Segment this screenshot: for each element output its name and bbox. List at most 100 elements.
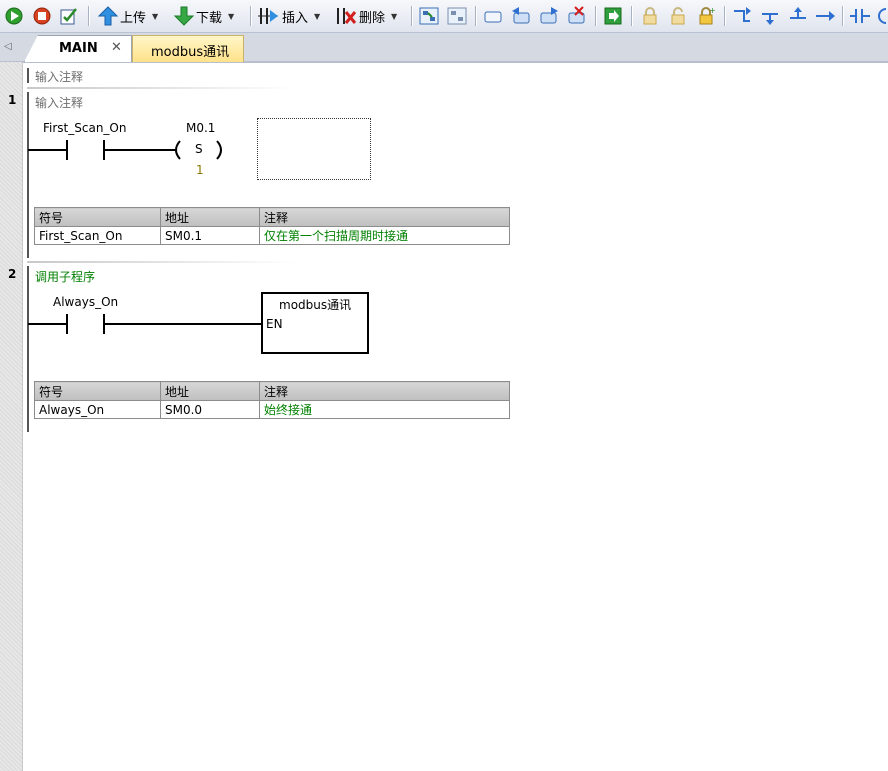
table-header-symbol: 符号 <box>34 207 161 227</box>
delete-dropdown-icon[interactable]: ▼ <box>391 12 397 21</box>
network-expand-icon <box>419 7 439 25</box>
editor-tab-strip: ◁ MAIN ✕ modbus通讯 <box>0 33 888 63</box>
network-2-subroutine-box[interactable]: modbus通讯 EN <box>261 292 369 354</box>
program-comment[interactable]: 输入注释 <box>35 68 83 85</box>
table-cell-comment: 始终接通 <box>259 400 510 419</box>
tab-main[interactable]: MAIN ✕ <box>24 35 132 62</box>
lock-add-icon: + <box>699 6 716 25</box>
network-divider <box>27 261 297 263</box>
toolbar-separator <box>475 6 476 26</box>
delete-button[interactable]: 删除 ▼ <box>335 4 397 28</box>
network-2-power-rail <box>27 266 29 432</box>
comment-toggle-button[interactable] <box>482 4 504 28</box>
line-up-button[interactable] <box>788 4 808 28</box>
network-1-coil-count[interactable]: 1 <box>196 163 204 177</box>
network-2-contact-label[interactable]: Always_On <box>53 295 118 309</box>
network-1-power-rail <box>27 92 29 258</box>
arrow-right-icon <box>816 11 835 21</box>
rectangle-icon <box>484 11 502 23</box>
network-2-comment[interactable]: 调用子程序 <box>35 268 95 285</box>
checklist-icon <box>60 8 77 25</box>
coil-icon <box>878 8 887 24</box>
stop-icon <box>33 7 51 25</box>
toolbar-separator <box>250 6 251 26</box>
network-2-number: 2 <box>8 267 17 281</box>
arrow-up-icon <box>98 6 118 26</box>
network-1-coil-symbol: S <box>195 142 203 156</box>
line-right-button[interactable] <box>814 4 836 28</box>
run-icon <box>5 7 23 25</box>
lock-button[interactable] <box>640 4 660 28</box>
delete-icon <box>337 8 357 24</box>
line-down-button[interactable] <box>760 4 780 28</box>
tab-modbus-label: modbus通讯 <box>151 45 230 60</box>
bookmark-prev-button[interactable] <box>510 4 532 28</box>
network-1-coil-address[interactable]: M0.1 <box>186 121 215 135</box>
network-1-comment[interactable]: 输入注释 <box>35 94 83 111</box>
table-header-row: 符号 地址 注释 <box>34 207 510 227</box>
contact-button[interactable] <box>850 4 872 28</box>
upload-button[interactable]: 上传 ▼ <box>98 4 158 28</box>
table-cell-symbol: First_Scan_On <box>34 226 161 245</box>
stop-button[interactable] <box>32 4 52 28</box>
table-row: First_Scan_On SM0.1 仅在第一个扫描周期时接通 <box>34 226 510 245</box>
table-header-address: 地址 <box>160 207 260 227</box>
download-label: 下载 <box>196 10 223 26</box>
program-comment-bar <box>27 68 29 83</box>
line-down-icon <box>762 13 778 25</box>
insert-icon <box>258 8 278 24</box>
close-icon[interactable]: ✕ <box>111 40 122 55</box>
tab-scroll-left-icon[interactable]: ◁ <box>4 41 12 52</box>
toolbar-separator <box>88 6 89 26</box>
tab-modbus[interactable]: modbus通讯 <box>132 35 244 62</box>
table-header-comment: 注释 <box>259 381 510 401</box>
pou-button[interactable] <box>603 4 623 28</box>
network-2-symbol-table: 符号 地址 注释 Always_On SM0.0 始终接通 <box>34 381 510 419</box>
arrow-right-box-icon <box>540 7 558 24</box>
table-cell-symbol: Always_On <box>34 400 161 419</box>
subroutine-box-en: EN <box>266 317 283 331</box>
insert-label: 插入 <box>282 10 309 26</box>
network-collapse-icon <box>447 7 467 25</box>
tab-main-label: MAIN <box>59 41 98 56</box>
bookmark-clear-button[interactable] <box>566 4 588 28</box>
table-header-row: 符号 地址 注释 <box>34 381 510 401</box>
arrow-down-icon <box>174 6 194 26</box>
line-up-icon <box>790 7 806 19</box>
delete-label: 删除 <box>359 10 386 26</box>
network-gutter <box>0 62 23 771</box>
network-1-empty-cell[interactable] <box>257 118 371 180</box>
subroutine-box-title: modbus通讯 <box>279 298 352 312</box>
lock-icon <box>643 7 657 25</box>
arrow-left-box-icon <box>512 7 530 24</box>
run-button[interactable] <box>4 4 24 28</box>
network-1-contact-label[interactable]: First_Scan_On <box>43 121 126 135</box>
branch-button[interactable] <box>732 4 752 28</box>
compile-button[interactable] <box>59 4 79 28</box>
toolbar-separator <box>724 6 725 26</box>
table-row: Always_On SM0.0 始终接通 <box>34 400 510 419</box>
toolbar-separator <box>631 6 632 26</box>
table-cell-address: SM0.0 <box>160 400 260 419</box>
network-1-symbol-table: 符号 地址 注释 First_Scan_On SM0.1 仅在第一个扫描周期时接… <box>34 207 510 245</box>
bookmark-delete-icon <box>568 6 585 24</box>
table-header-comment: 注释 <box>259 207 510 227</box>
network-2-contact[interactable] <box>28 312 264 338</box>
toolbar: 上传 ▼ 下载 ▼ 插入 ▼ 删除 ▼ + <box>0 0 888 33</box>
toolbar-separator <box>595 6 596 26</box>
bookmark-next-button[interactable] <box>538 4 560 28</box>
toolbar-separator <box>842 6 843 26</box>
insert-button[interactable]: 插入 ▼ <box>258 4 320 28</box>
network-collapse-button[interactable] <box>446 4 468 28</box>
unlock-button[interactable] <box>668 4 688 28</box>
download-dropdown-icon[interactable]: ▼ <box>228 12 234 21</box>
download-button[interactable]: 下载 ▼ <box>174 4 234 28</box>
coil-button[interactable] <box>878 4 888 28</box>
green-arrow-box-icon <box>604 7 622 25</box>
upload-dropdown-icon[interactable]: ▼ <box>152 12 158 21</box>
lock-add-button[interactable]: + <box>696 4 716 28</box>
toolbar-separator <box>411 6 412 26</box>
insert-dropdown-icon[interactable]: ▼ <box>314 12 320 21</box>
table-header-address: 地址 <box>160 381 260 401</box>
network-expand-button[interactable] <box>418 4 440 28</box>
